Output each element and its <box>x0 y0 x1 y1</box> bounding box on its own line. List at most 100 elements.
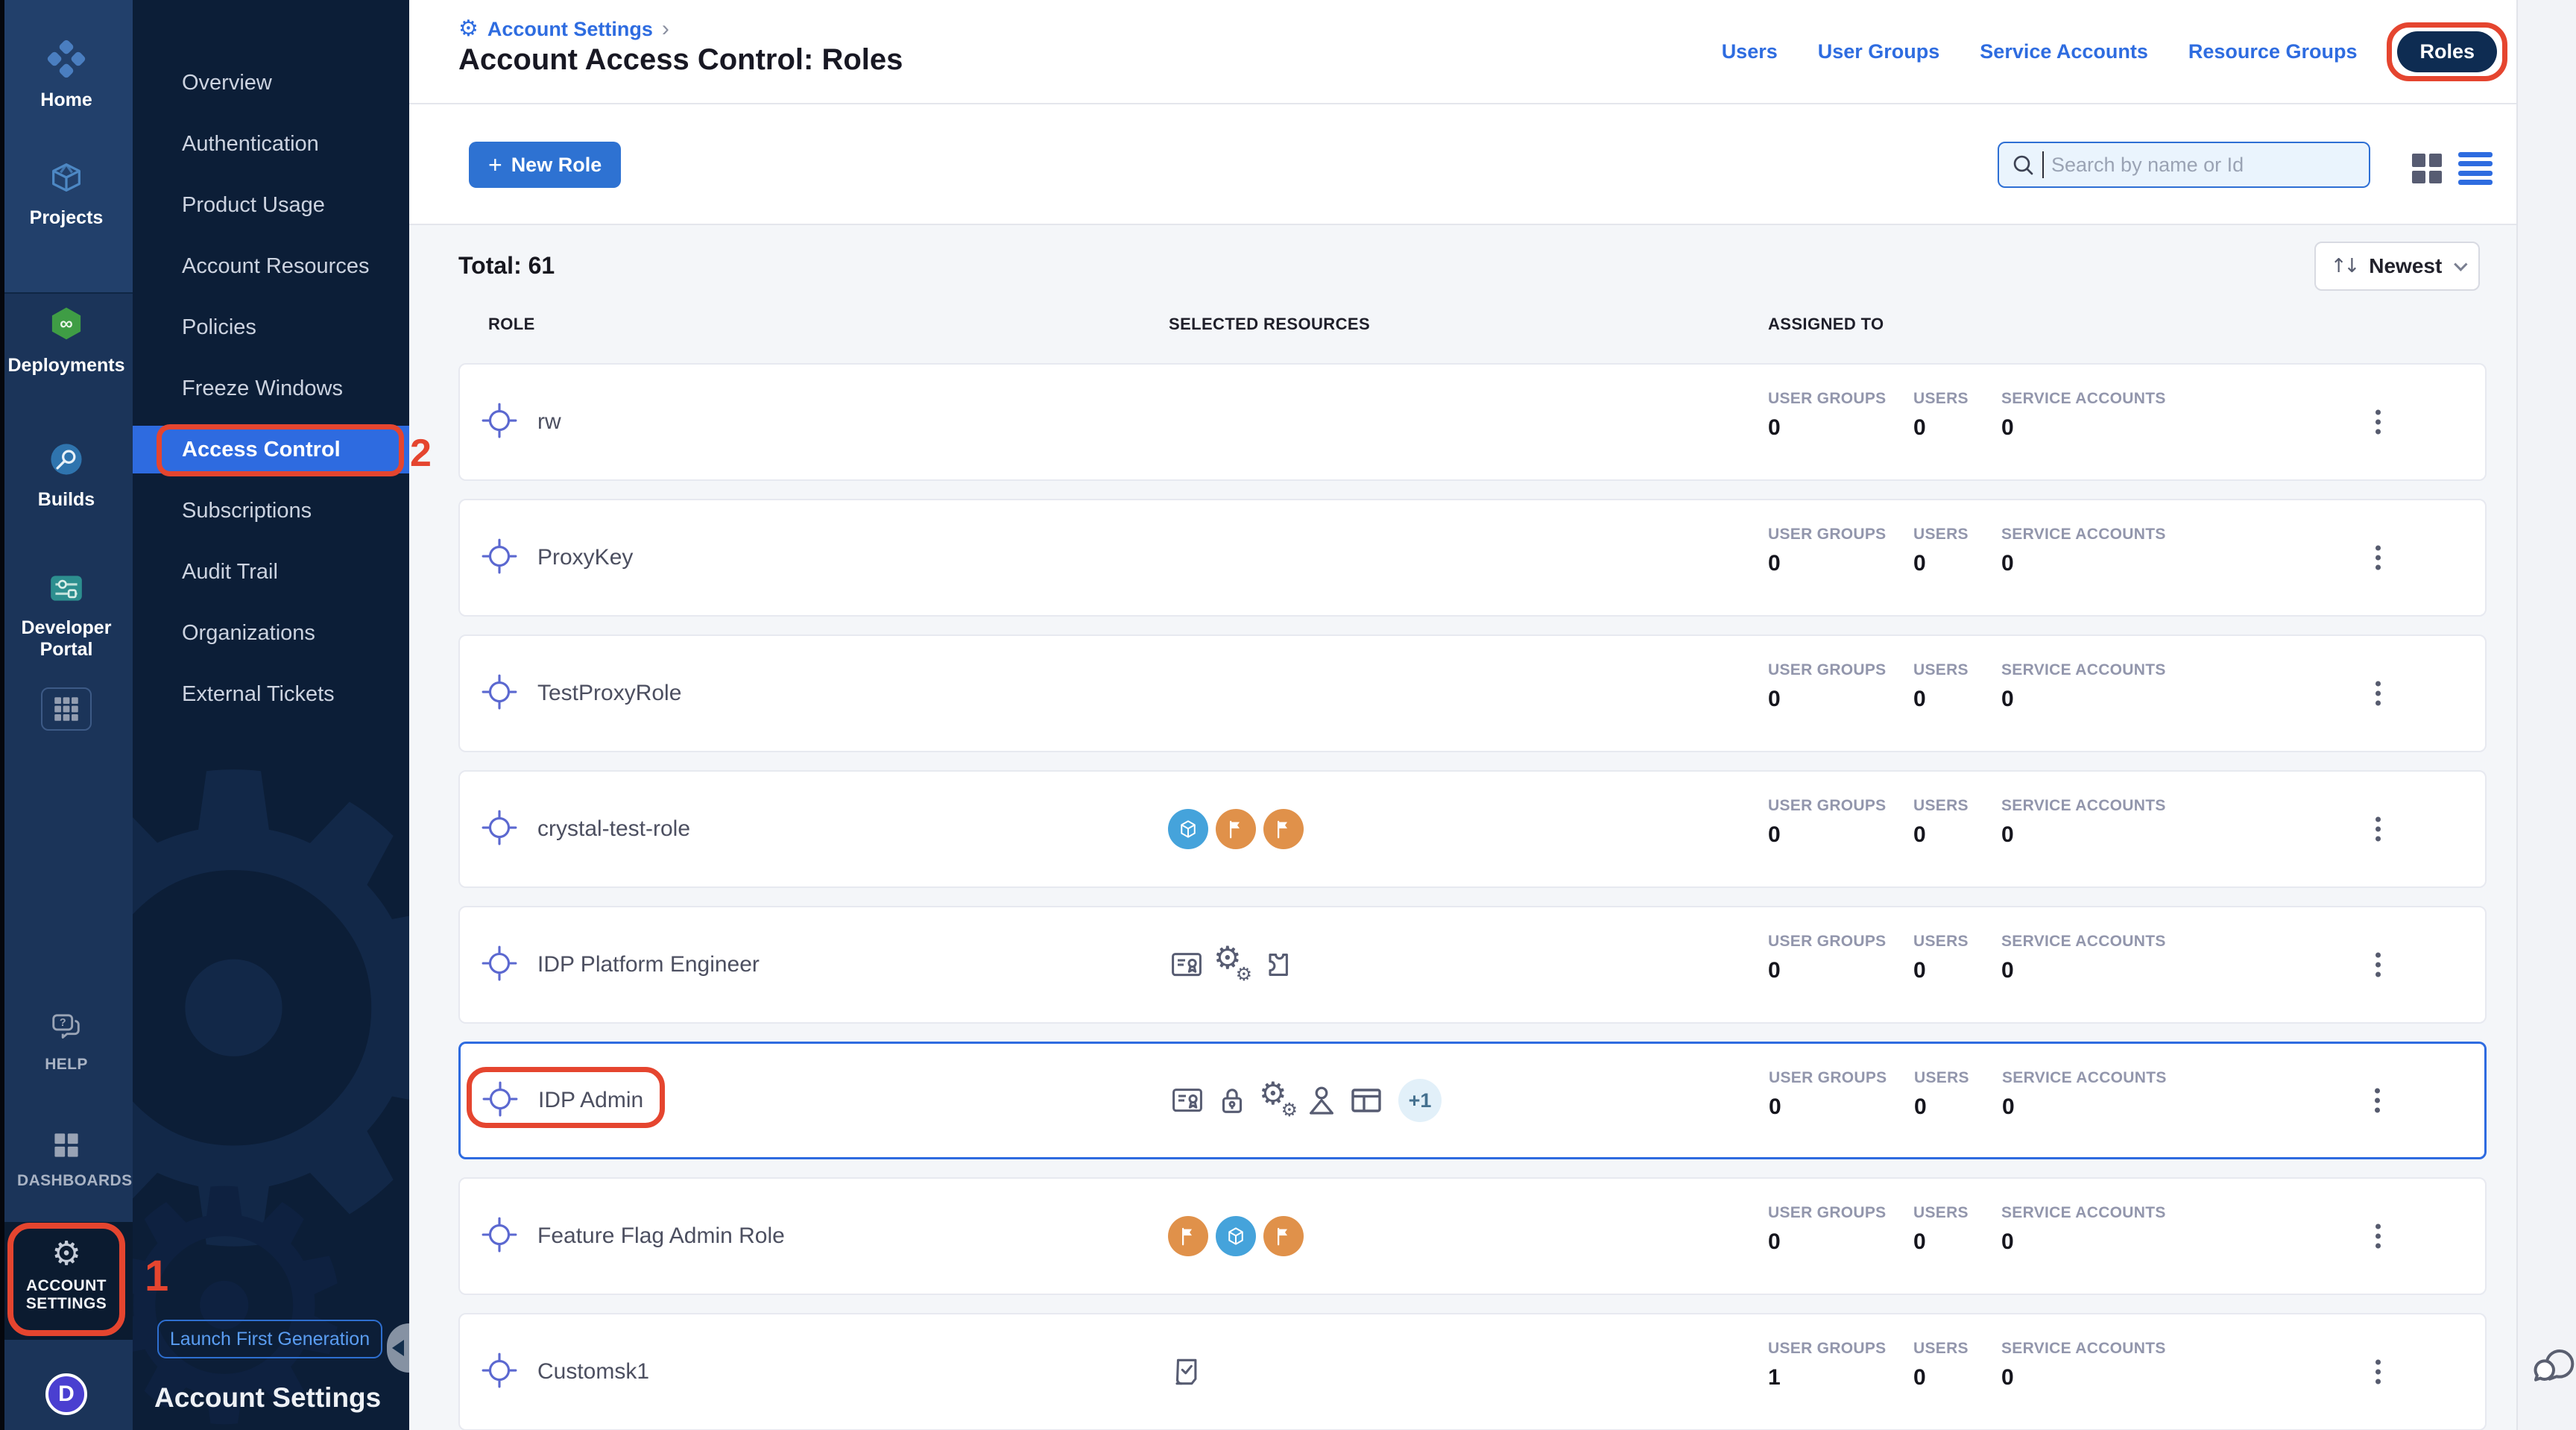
sidebar-item-freeze-windows[interactable]: Freeze Windows <box>133 365 409 412</box>
resource-overflow-badge[interactable]: +1 <box>1398 1079 1442 1122</box>
sidebar-item-product-usage[interactable]: Product Usage <box>133 181 409 229</box>
role-name[interactable]: IDP Platform Engineer <box>537 952 760 977</box>
devportal-icon <box>45 570 87 611</box>
row-menu-button[interactable] <box>2363 1218 2393 1255</box>
column-header-selected-resources: SELECTED RESOURCES <box>1169 315 1370 334</box>
row-menu-button[interactable] <box>2363 404 2393 441</box>
assigned-users-label: USERS <box>1913 1204 1969 1222</box>
resource-puzzle-icon <box>1257 946 1295 983</box>
role-row-idp-admin[interactable]: IDP Admin⚙⚙+1USER GROUPS0USERS0SERVICE A… <box>458 1042 2487 1159</box>
assigned-service-accounts-label: SERVICE ACCOUNTS <box>2001 933 2166 951</box>
rail-item-builds[interactable]: Builds <box>0 440 133 511</box>
rail-item-label: HELP <box>45 1056 88 1074</box>
launch-first-generation-button[interactable]: Launch First Generation <box>157 1320 382 1358</box>
breadcrumb-separator: › <box>662 16 669 42</box>
breadcrumb-link[interactable]: Account Settings <box>487 18 653 41</box>
selected-resources-cell <box>1168 772 1304 886</box>
role-name[interactable]: crystal-test-role <box>537 816 690 842</box>
search-box[interactable] <box>1998 142 2370 188</box>
sidebar-item-organizations[interactable]: Organizations <box>133 609 409 657</box>
user-avatar[interactable]: D <box>45 1373 87 1415</box>
row-menu-button[interactable] <box>2363 947 2393 983</box>
tab-users[interactable]: Users <box>1722 40 1778 63</box>
role-row-crystal-test-role[interactable]: crystal-test-roleUSER GROUPS0USERS0SERVI… <box>458 770 2487 888</box>
plus-icon: + <box>488 153 502 177</box>
row-menu-button[interactable] <box>2363 1354 2393 1390</box>
tab-service-accounts[interactable]: Service Accounts <box>1980 40 2148 63</box>
role-row-customsk1[interactable]: Customsk1USER GROUPS1USERS0SERVICE ACCOU… <box>458 1313 2487 1430</box>
row-menu-button[interactable] <box>2363 675 2393 712</box>
role-row-idp-platform-engineer[interactable]: IDP Platform Engineer⚙⚙USER GROUPS0USERS… <box>458 906 2487 1024</box>
rail-item-devportal[interactable]: Developer Portal <box>0 570 133 661</box>
assigned-user-groups-count: 0 <box>1768 687 1781 712</box>
role-name[interactable]: Customsk1 <box>537 1359 649 1385</box>
row-menu-button[interactable] <box>2362 1083 2392 1119</box>
assigned-service-accounts-label: SERVICE ACCOUNTS <box>2001 390 2166 408</box>
assigned-users-label: USERS <box>1913 933 1969 951</box>
sort-arrows-icon: ↑↓ <box>2331 255 2358 277</box>
role-row-testproxyrole[interactable]: TestProxyRoleUSER GROUPS0USERS0SERVICE A… <box>458 634 2487 752</box>
sidebar-item-access-control[interactable]: Access Control <box>133 426 409 473</box>
grid-view-icon[interactable] <box>2412 154 2442 183</box>
assigned-user-groups-label: USER GROUPS <box>1769 1069 1887 1087</box>
sidebar-item-audit-trail[interactable]: Audit Trail <box>133 548 409 596</box>
role-cell: IDP Admin <box>482 1044 643 1157</box>
window-edge <box>0 0 4 1430</box>
search-input[interactable] <box>2050 153 2358 177</box>
assigned-users-count: 0 <box>1914 1094 1927 1120</box>
help-icon: ? <box>48 1011 85 1049</box>
rail-item-projects[interactable]: Projects <box>0 158 133 229</box>
role-name[interactable]: rw <box>537 409 561 435</box>
assigned-user-groups-count: 0 <box>1769 1094 1781 1120</box>
list-view-icon[interactable] <box>2458 152 2493 185</box>
role-cell: IDP Platform Engineer <box>481 907 760 1022</box>
role-crosshair-icon <box>481 1352 518 1393</box>
rbac-tabs: Users User Groups Service Accounts Resource… <box>1722 0 2497 103</box>
sidebar-item-account-resources[interactable]: Account Resources <box>133 242 409 290</box>
row-menu-button[interactable] <box>2363 811 2393 848</box>
resource-gears-icon: ⚙⚙ <box>1258 1082 1295 1119</box>
sidebar-item-authentication[interactable]: Authentication <box>133 120 409 168</box>
module-selector-button[interactable] <box>41 687 92 731</box>
tab-resource-groups[interactable]: Resource Groups <box>2188 40 2358 63</box>
annotation-step-2: 2 <box>410 431 432 476</box>
role-row-proxykey[interactable]: ProxyKeyUSER GROUPS0USERS0SERVICE ACCOUN… <box>458 499 2487 617</box>
role-row-rw[interactable]: rwUSER GROUPS0USERS0SERVICE ACCOUNTS0 <box>458 363 2487 481</box>
builds-icon <box>47 440 86 482</box>
chat-support-icon[interactable] <box>2530 1342 2576 1390</box>
resource-flag-icon <box>1263 809 1304 849</box>
sidebar-item-subscriptions[interactable]: Subscriptions <box>133 487 409 535</box>
role-name[interactable]: Feature Flag Admin Role <box>537 1223 785 1249</box>
sidebar-item-external-tickets[interactable]: External Tickets <box>133 670 409 718</box>
sort-dropdown[interactable]: ↑↓ Newest <box>2314 242 2480 291</box>
rail-item-dashboards[interactable]: DASHBOARDS <box>0 1129 133 1190</box>
row-menu-button[interactable] <box>2363 540 2393 576</box>
role-cell: Feature Flag Admin Role <box>481 1179 785 1294</box>
sidebar-item-policies[interactable]: Policies <box>133 303 409 351</box>
assigned-service-accounts-count: 0 <box>2001 958 2014 983</box>
page-title: Account Access Control: Roles <box>458 43 903 77</box>
role-name[interactable]: IDP Admin <box>538 1088 643 1113</box>
assigned-user-groups-count: 1 <box>1768 1365 1781 1390</box>
resource-cube-icon <box>1216 1216 1256 1256</box>
role-name[interactable]: TestProxyRole <box>537 681 681 706</box>
assigned-service-accounts-count: 0 <box>2001 551 2014 576</box>
rail-item-account-settings[interactable]: ⚙ACCOUNT SETTINGS <box>0 1238 133 1313</box>
rail-item-deployments[interactable]: ∞Deployments <box>0 304 133 377</box>
role-row-feature-flag-admin-role[interactable]: Feature Flag Admin RoleUSER GROUPS0USERS… <box>458 1177 2487 1295</box>
right-gutter <box>2516 0 2576 1430</box>
settings-menu: Overview Authentication Product Usage Accou… <box>133 0 409 1430</box>
assigned-service-accounts-label: SERVICE ACCOUNTS <box>2001 1204 2166 1222</box>
new-role-button[interactable]: + New Role <box>469 142 621 188</box>
tab-user-groups[interactable]: User Groups <box>1818 40 1940 63</box>
assigned-service-accounts-count: 0 <box>2002 1094 2015 1120</box>
sidebar-item-overview[interactable]: Overview <box>133 59 409 107</box>
total-count: Total: 61 <box>458 252 555 280</box>
assigned-user-groups-label: USER GROUPS <box>1768 526 1887 544</box>
tab-roles[interactable]: Roles <box>2397 31 2497 72</box>
role-name[interactable]: ProxyKey <box>537 545 633 570</box>
rail-item-help[interactable]: ? HELP <box>0 1011 133 1074</box>
rail-item-home[interactable]: Home <box>0 39 133 111</box>
text-cursor <box>2042 151 2044 178</box>
role-cell: TestProxyRole <box>481 636 681 751</box>
